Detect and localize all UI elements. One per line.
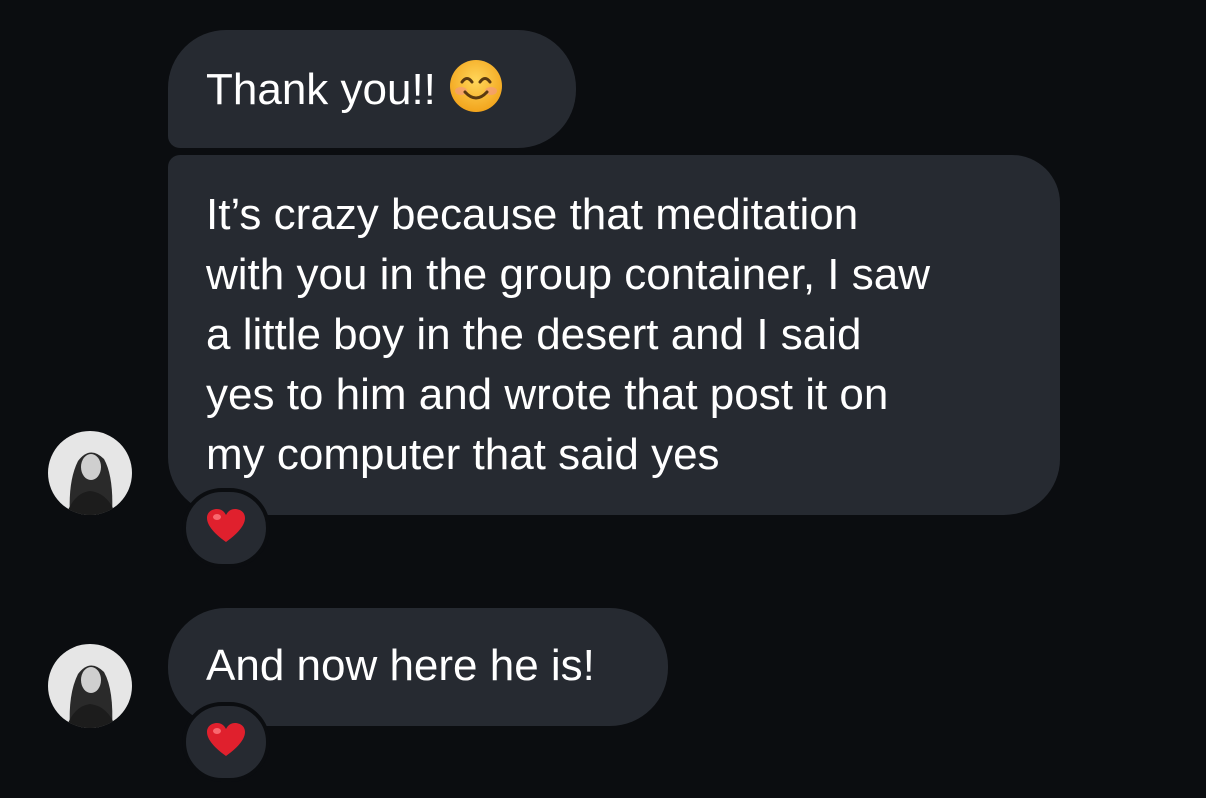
message-text-line: yes to him and wrote that post it on (206, 370, 889, 419)
message-text: And now here he is! (206, 641, 595, 690)
message-text-line: It’s crazy because that meditation (206, 190, 859, 239)
message-bubble[interactable]: Thank you!! (168, 30, 576, 148)
red-heart-icon (206, 722, 246, 763)
avatar[interactable] (48, 431, 132, 515)
avatar[interactable] (48, 644, 132, 728)
message-text: Thank you!! (206, 65, 436, 114)
message-bubble[interactable]: It’s crazy because that meditation with … (168, 155, 1060, 515)
message-thread: Thank you!! It’s crazy because that medi… (0, 0, 1206, 798)
smiling-face-icon (448, 58, 504, 130)
reaction-badge[interactable] (182, 702, 270, 782)
message-text-line: with you in the group container, I saw (206, 250, 930, 299)
message-text-line: a little boy in the desert and I said (206, 310, 862, 359)
reaction-badge[interactable] (182, 488, 270, 568)
red-heart-icon (206, 508, 246, 549)
message-text-line: my computer that said yes (206, 430, 720, 479)
